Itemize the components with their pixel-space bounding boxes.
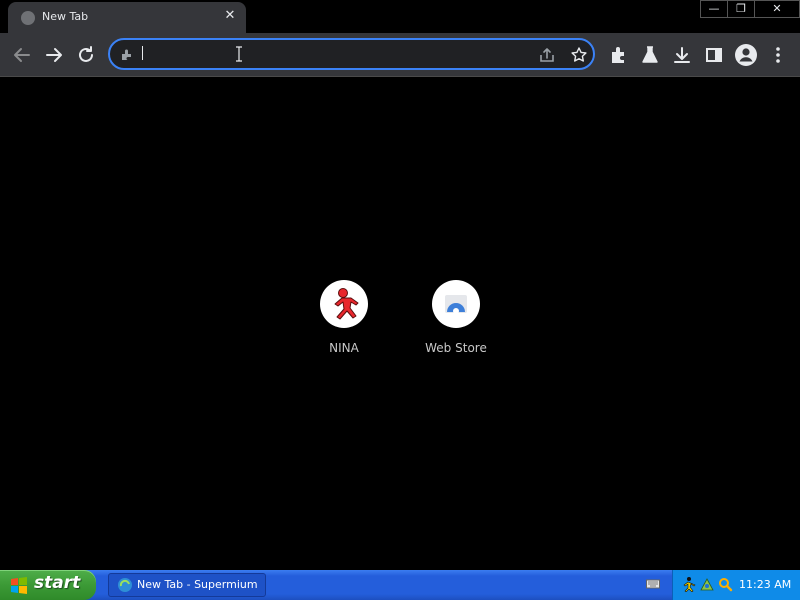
- shortcut-nina[interactable]: NINA: [288, 280, 400, 376]
- globe-icon: [21, 11, 35, 25]
- system-tray: 11:23 AM: [672, 570, 800, 600]
- tab-new-tab[interactable]: New Tab ✕: [8, 2, 246, 33]
- web-store-icon: [445, 295, 467, 314]
- ibeam-cursor-icon: [236, 46, 242, 62]
- tab-title: New Tab: [42, 10, 89, 23]
- extensions-icon[interactable]: [608, 45, 628, 65]
- running-man-icon: [334, 288, 359, 320]
- restore-button[interactable]: ❐: [727, 0, 755, 18]
- address-input[interactable]: [142, 43, 526, 67]
- shortcut-icon-circle: [432, 280, 480, 328]
- shortcut-icon-circle: [320, 280, 368, 328]
- minimize-button[interactable]: —: [700, 0, 728, 18]
- network-tray-icon[interactable]: [699, 576, 715, 592]
- start-button[interactable]: start: [0, 570, 96, 600]
- keyboard-icon[interactable]: [646, 578, 660, 590]
- reload-icon[interactable]: [74, 43, 98, 67]
- side-panel-icon[interactable]: [704, 45, 724, 65]
- search-tray-icon[interactable]: [717, 576, 733, 592]
- title-bar: New Tab ✕ — ❐ ✕: [0, 0, 800, 33]
- start-label: start: [34, 573, 81, 593]
- running-man-tray-icon[interactable]: [681, 576, 697, 592]
- taskbar-window-title: New Tab - Supermium: [137, 578, 258, 591]
- shortcut-label: NINA: [329, 341, 359, 355]
- new-tab-page: NINA Web Store: [0, 77, 800, 570]
- taskbar: start New Tab - Supermium 11:23 AM: [0, 570, 800, 600]
- shortcut-web-store[interactable]: Web Store: [400, 280, 512, 376]
- taskbar-clock[interactable]: 11:23 AM: [739, 578, 791, 591]
- forward-arrow-icon[interactable]: [42, 43, 66, 67]
- share-icon[interactable]: [538, 46, 556, 64]
- taskbar-window-button[interactable]: New Tab - Supermium: [108, 573, 266, 597]
- extension-icon: [122, 49, 131, 60]
- star-icon[interactable]: [570, 46, 588, 64]
- labs-icon[interactable]: [640, 45, 660, 65]
- browser-toolbar: [0, 33, 800, 77]
- address-bar[interactable]: [108, 38, 595, 70]
- shortcut-label: Web Store: [425, 341, 487, 355]
- window-controls: — ❐ ✕: [700, 0, 800, 18]
- download-icon[interactable]: [672, 45, 692, 65]
- browser-icon: [118, 578, 132, 592]
- menu-icon[interactable]: [768, 45, 788, 65]
- text-caret: [142, 46, 143, 60]
- tab-close-button[interactable]: ✕: [222, 8, 238, 24]
- back-arrow-icon[interactable]: [10, 43, 34, 67]
- close-window-button[interactable]: ✕: [754, 0, 800, 18]
- profile-icon[interactable]: [735, 44, 757, 66]
- windows-logo-icon: [11, 577, 27, 594]
